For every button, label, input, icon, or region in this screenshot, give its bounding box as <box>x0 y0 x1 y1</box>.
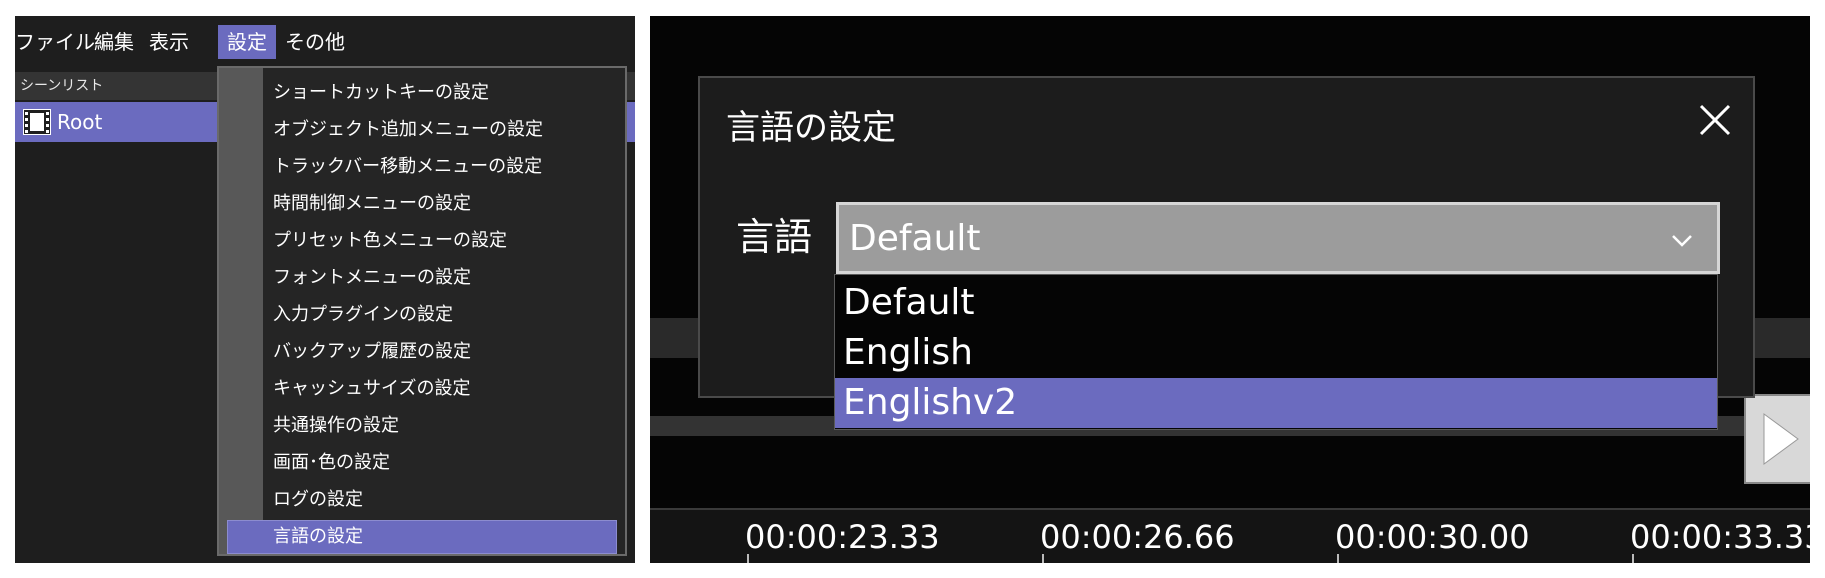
menu-item-font-settings[interactable]: フォントメニューの設定 <box>273 261 471 295</box>
menu-gutter <box>219 68 263 554</box>
timeline-timestamp: 00:00:26.66 <box>1040 518 1235 556</box>
menu-item-screen-color-settings[interactable]: 画面･色の設定 <box>273 446 390 480</box>
timeline-ruler[interactable]: 00:00:23.33 00:00:26.66 00:00:30.00 00:0… <box>650 508 1810 563</box>
main-window-menu-view: ファイル 編集 表示 設定 その他 シーンリスト Root ショートカットキーの… <box>15 16 635 563</box>
menu-settings[interactable]: 設定 <box>218 25 276 59</box>
menu-view[interactable]: 表示 <box>141 25 197 59</box>
menu-item-log-settings[interactable]: ログの設定 <box>273 483 363 517</box>
language-option-englishv2[interactable]: Englishv2 <box>835 378 1717 428</box>
menu-file[interactable]: ファイル <box>15 25 95 59</box>
menu-other[interactable]: その他 <box>279 25 351 59</box>
language-select-value: Default <box>849 218 981 259</box>
menu-item-trackbar-settings[interactable]: トラックバー移動メニューの設定 <box>273 150 542 184</box>
menu-edit[interactable]: 編集 <box>87 25 141 59</box>
play-icon <box>1763 413 1799 465</box>
film-icon <box>23 109 51 135</box>
menu-item-time-control-settings[interactable]: 時間制御メニューの設定 <box>273 187 471 221</box>
menu-item-cache-size-settings[interactable]: キャッシュサイズの設定 <box>273 372 470 406</box>
language-select[interactable]: Default <box>836 202 1720 274</box>
menubar: ファイル 編集 表示 設定 その他 <box>15 16 635 66</box>
language-option-default[interactable]: Default <box>835 278 1717 328</box>
language-options-list: Default English Englishv2 <box>834 274 1718 430</box>
menu-item-backup-history-settings[interactable]: バックアップ履歴の設定 <box>273 335 471 369</box>
language-dialog-view: 00:00:23.33 00:00:26.66 00:00:30.00 00:0… <box>650 16 1810 563</box>
play-button[interactable] <box>1744 394 1810 484</box>
menu-item-common-operation-settings[interactable]: 共通操作の設定 <box>273 409 399 443</box>
timeline-timestamp: 00:00:23.33 <box>745 518 940 556</box>
menu-item-preset-color-settings[interactable]: プリセット色メニューの設定 <box>273 224 507 258</box>
language-field-label: 言語 <box>736 215 813 259</box>
timeline-tick <box>1337 554 1339 563</box>
timeline-tick <box>1042 554 1044 563</box>
timeline-tick <box>747 554 749 563</box>
timeline-timestamp: 00:00:30.00 <box>1335 518 1530 556</box>
settings-dropdown-menu: ショートカットキーの設定 オブジェクト追加メニューの設定 トラックバー移動メニュ… <box>217 66 627 556</box>
menu-item-language-settings[interactable]: 言語の設定 <box>273 520 363 554</box>
chevron-down-icon <box>1672 235 1692 247</box>
timeline-tick <box>1632 554 1634 563</box>
menu-item-shortcut-settings[interactable]: ショートカットキーの設定 <box>273 76 489 110</box>
timeline-timestamp: 00:00:33.33 <box>1630 518 1810 556</box>
close-icon[interactable] <box>1695 100 1735 140</box>
menu-item-object-add-settings[interactable]: オブジェクト追加メニューの設定 <box>273 113 543 147</box>
scene-list-item-label: Root <box>57 110 103 134</box>
language-option-english[interactable]: English <box>835 328 1717 378</box>
dialog-title: 言語の設定 <box>726 108 896 148</box>
menu-item-input-plugin-settings[interactable]: 入力プラグインの設定 <box>273 298 453 332</box>
